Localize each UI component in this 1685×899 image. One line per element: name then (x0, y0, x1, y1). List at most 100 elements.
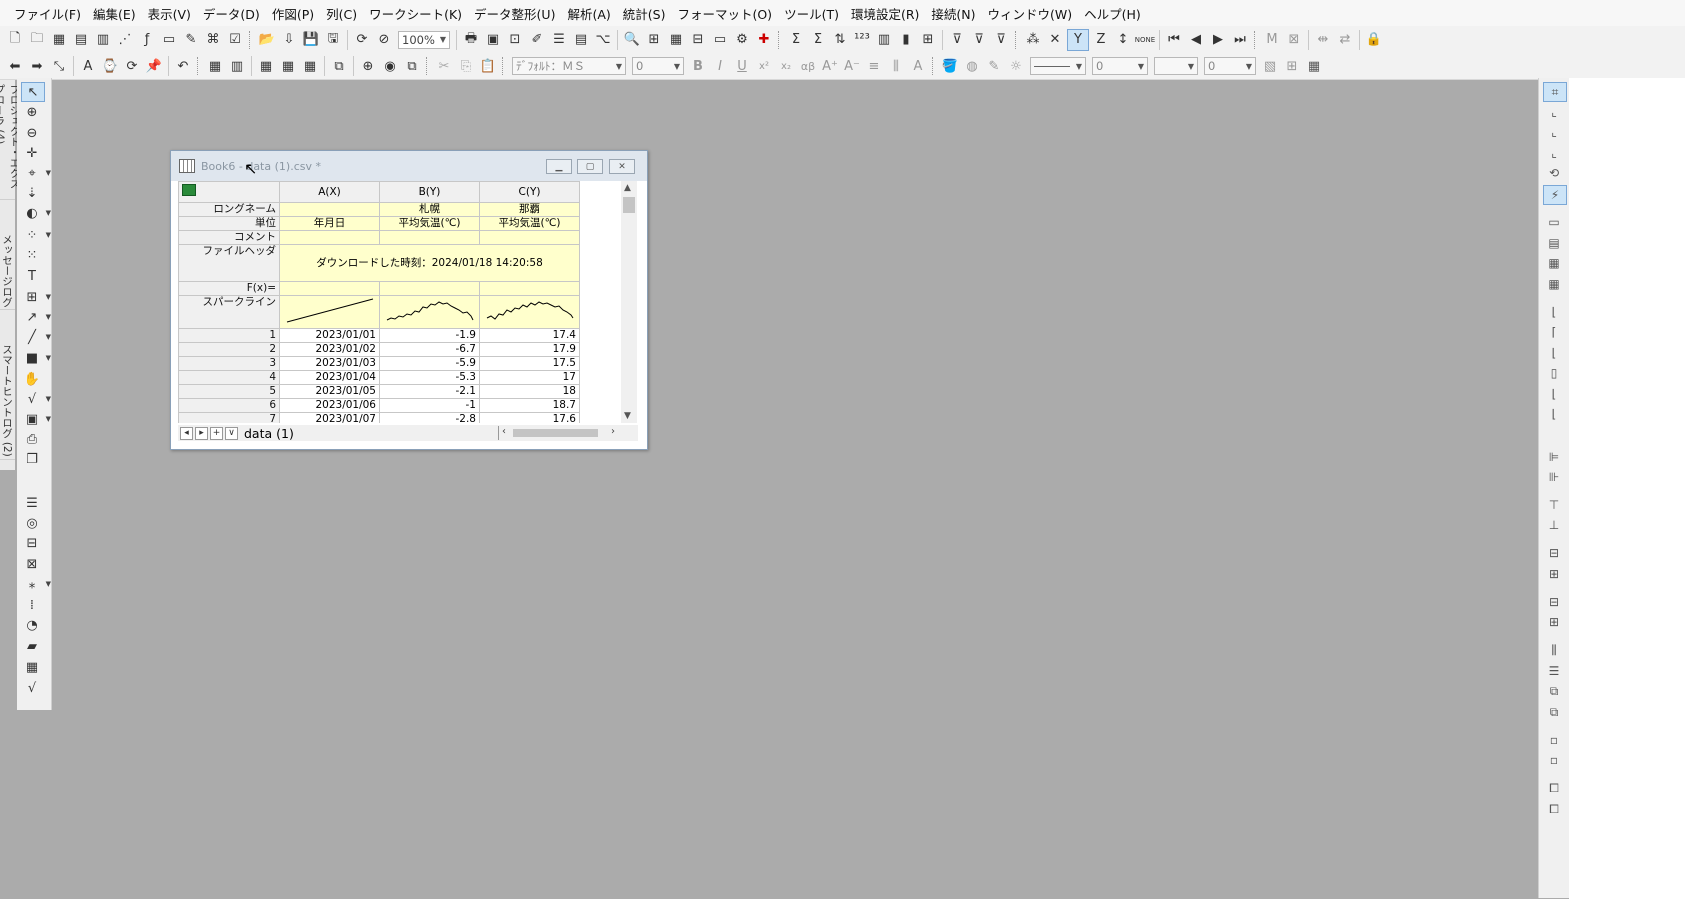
layer-6-icon[interactable]: ▦ (1543, 275, 1565, 293)
copy-format-icon[interactable]: ❐ (21, 450, 43, 468)
axis-y-icon[interactable]: ⌞ (1543, 144, 1565, 162)
row-number[interactable]: 7 (178, 412, 280, 423)
special-point-icon[interactable]: ⁎ ▼ (21, 575, 51, 593)
mask-icon[interactable]: M (1262, 30, 1282, 50)
table-icon[interactable]: ▦ (1304, 56, 1324, 76)
menu-item[interactable]: 環境設定(R) (845, 4, 925, 23)
label-row-fx[interactable]: F(x)= (178, 281, 280, 296)
speed-mode-icon[interactable]: ⚡ (1543, 185, 1567, 205)
greek-button[interactable]: αβ (798, 56, 818, 76)
sapporo-temp-cell[interactable]: -6.7 (379, 342, 480, 357)
merge-icon[interactable]: ⇄ (1335, 30, 1355, 50)
naha-temp-cell[interactable]: 18 (479, 384, 580, 399)
fx-cell-c[interactable] (479, 281, 580, 296)
date-cell[interactable]: 2023/01/05 (279, 384, 380, 399)
set-none-icon[interactable]: NONE (1135, 30, 1155, 50)
equation-tool-icon[interactable]: √ ▼ (21, 390, 51, 408)
pointer-icon[interactable]: ↖ (21, 82, 45, 102)
menu-item[interactable]: 解析(A) (561, 4, 616, 23)
fill-color-icon[interactable]: 🪣 (940, 56, 960, 76)
set-values-icon[interactable]: ¹²³ (852, 30, 872, 50)
long-name-cell-a[interactable] (279, 202, 380, 217)
units-cell-c[interactable]: 平均気温(℃) (479, 216, 580, 231)
new-notes-icon[interactable]: ✎ (181, 30, 201, 50)
bar-chart-icon[interactable]: ▮ (896, 30, 916, 50)
new-workbook-icon[interactable]: ▦ (49, 30, 69, 50)
long-name-cell-b[interactable]: 札幌 (379, 202, 480, 217)
align-left-icon[interactable]: ⊫ (1543, 448, 1565, 466)
axis-left-icon[interactable]: ⌊ (1543, 344, 1565, 362)
fill-value-select[interactable]: 0 ▼ (1204, 57, 1256, 75)
zoom-out-icon[interactable]: ⊖ (21, 124, 43, 142)
hatch-icon[interactable]: ▧ (1260, 56, 1280, 76)
layer-4-icon[interactable]: ▦ (1543, 254, 1565, 272)
subscript-button[interactable]: x₂ (776, 56, 796, 76)
menu-item[interactable]: ヘルプ(H) (1078, 4, 1147, 23)
set-y-icon[interactable]: Y (1067, 28, 1089, 51)
vertical-scrollbar[interactable]: ▲ ▼ (621, 181, 637, 423)
move-first-icon[interactable]: ⏮ (1164, 30, 1184, 50)
column-header-b[interactable]: B(Y) (379, 181, 480, 203)
row-number[interactable]: 6 (178, 398, 280, 413)
merge-graph-icon[interactable]: ⧉ (402, 56, 422, 76)
date-cell[interactable]: 2023/01/03 (279, 356, 380, 371)
align-vcenter-icon[interactable]: ⊞ (1543, 565, 1565, 583)
scroll-right-icon[interactable]: › (611, 426, 615, 437)
formula-tool-icon[interactable]: √ (21, 679, 43, 697)
zoom-in-icon[interactable]: ⊕ (21, 103, 43, 121)
import-csv-icon[interactable]: ▦ (278, 56, 298, 76)
layer-2-icon[interactable]: ▤ (1543, 234, 1565, 252)
comment-cell-c[interactable] (479, 230, 580, 245)
scroll-up-icon[interactable]: ▲ (624, 183, 631, 193)
data-reader-icon[interactable]: ⌖ ▼ (21, 164, 51, 182)
crosshair-icon[interactable]: ✛ (21, 144, 43, 162)
sheet-tab-data[interactable]: data (1) (244, 426, 294, 441)
sapporo-temp-cell[interactable]: -5.9 (379, 356, 480, 371)
refresh-icon[interactable]: ⟳ (122, 56, 142, 76)
menu-item[interactable]: ワークシート(K) (363, 4, 468, 23)
date-cell[interactable]: 2023/01/06 (279, 398, 380, 413)
group-icon[interactable]: ⧉ (1543, 682, 1565, 700)
console-icon[interactable]: ▭ (710, 30, 730, 50)
axis-x-icon[interactable]: ⌞ (1543, 123, 1565, 141)
project-explorer-icon[interactable]: 🔍 (622, 30, 642, 50)
zoom-select[interactable]: 100% ▼ (398, 30, 450, 49)
statistics-row-icon[interactable]: Σ (808, 30, 828, 50)
duplicate-icon[interactable]: ⧉ (329, 56, 349, 76)
superscript-button[interactable]: x² (754, 56, 774, 76)
italic-button[interactable]: I (710, 56, 730, 76)
insert-notes-icon[interactable]: ⎙ (21, 430, 43, 448)
label-row-file-header[interactable]: ファイルヘッダ (178, 244, 280, 282)
same-width-icon[interactable]: ⊟ (1543, 593, 1565, 611)
maximize-button[interactable]: ▢ (577, 159, 603, 174)
horizontal-scroll-thumb[interactable] (513, 429, 598, 437)
naha-temp-cell[interactable]: 17 (479, 370, 580, 385)
menu-item[interactable]: 接続(N) (925, 4, 981, 23)
axis-right-icon[interactable]: ▯ (1543, 364, 1565, 382)
new-project-icon[interactable]: 🗋 (5, 30, 25, 50)
rescale-icon[interactable]: ⤡ (49, 56, 69, 76)
new-matrix-icon[interactable]: ▥ (93, 30, 113, 50)
rotate-icon[interactable]: ⟲ (1543, 164, 1565, 182)
date-cell[interactable]: 2023/01/04 (279, 370, 380, 385)
close-button[interactable]: ✕ (609, 159, 635, 174)
paste-icon[interactable]: 📋 (478, 56, 498, 76)
add-sheet-button[interactable]: + (210, 426, 223, 440)
table-tool-icon[interactable]: ▦ (21, 658, 43, 676)
line-width-select[interactable]: 0 ▼ (1092, 57, 1148, 75)
fx-cell-a[interactable] (279, 281, 380, 296)
sapporo-temp-cell[interactable]: -2.8 (379, 412, 480, 423)
new-layout-icon[interactable]: ▭ (159, 30, 179, 50)
distribute-v-icon[interactable]: ☰ (1543, 662, 1565, 680)
print-icon[interactable]: 🖶 (461, 30, 481, 50)
recalculate-icon[interactable]: ⟳ (352, 30, 372, 50)
label-row-sparkline[interactable]: スパークライン (178, 295, 280, 329)
add-column-icon[interactable]: ✚ (754, 30, 774, 50)
menu-item[interactable]: フォーマット(O) (671, 4, 778, 23)
set-x-icon[interactable]: ✕ (1045, 30, 1065, 50)
new-code-icon[interactable]: ⌘ (203, 30, 223, 50)
sparkline-cell-a[interactable] (279, 295, 380, 329)
menu-item[interactable]: 編集(E) (87, 4, 142, 23)
align-icon[interactable]: ≡ (864, 56, 884, 76)
redo-graph-icon[interactable]: ➡ (27, 56, 47, 76)
